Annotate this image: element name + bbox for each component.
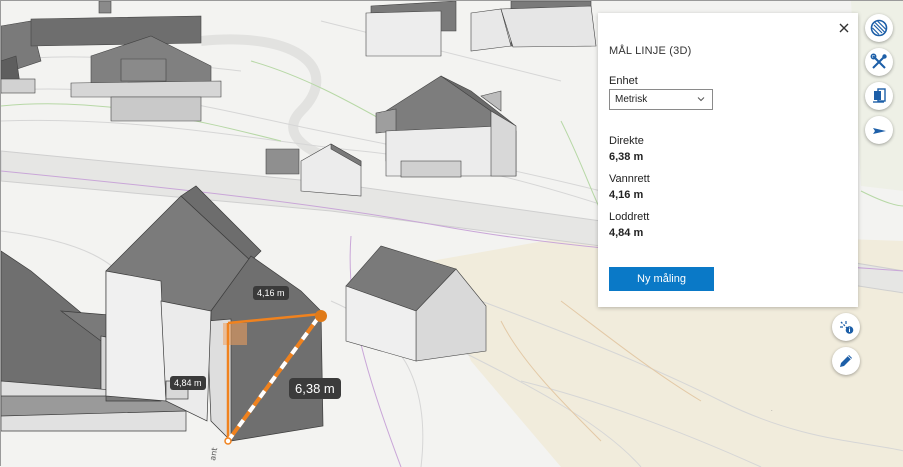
close-button[interactable] bbox=[836, 20, 852, 36]
measure-icon bbox=[840, 321, 854, 334]
measure-panel: MÅL LINJE (3D) Enhet Metrisk Direkte 6,3… bbox=[598, 13, 858, 307]
horizontal-distance-label: 4,16 m bbox=[253, 286, 289, 300]
chevron-down-icon bbox=[697, 97, 705, 102]
edit-button[interactable] bbox=[832, 347, 860, 375]
direct-distance-label: 6,38 m bbox=[289, 378, 341, 399]
tools-icon bbox=[870, 53, 887, 69]
vertical-distance-label: 4,84 m bbox=[170, 376, 206, 390]
layers-button[interactable] bbox=[865, 82, 893, 110]
layers-icon bbox=[873, 88, 886, 103]
vertical-label: Loddrett bbox=[609, 211, 650, 223]
panel-title: MÅL LINJE (3D) bbox=[609, 45, 692, 57]
navigate-icon bbox=[873, 128, 886, 134]
unit-select[interactable]: Metrisk bbox=[609, 89, 713, 110]
measure-info-button[interactable] bbox=[832, 313, 860, 341]
direct-value: 6,38 m bbox=[609, 151, 644, 163]
map-scene[interactable]: ant . 4,16 m 4,84 m 6,38 m MÅL LINJE (3D… bbox=[0, 0, 903, 467]
horizontal-label: Vannrett bbox=[609, 173, 650, 185]
direct-label: Direkte bbox=[609, 135, 644, 147]
new-measurement-button[interactable]: Ny måling bbox=[609, 267, 714, 291]
navigate-button[interactable] bbox=[865, 116, 893, 144]
tools-button[interactable] bbox=[865, 48, 893, 76]
edit-icon bbox=[840, 355, 852, 367]
close-icon bbox=[839, 23, 849, 33]
basemap-icon bbox=[870, 19, 888, 37]
basemap-button[interactable] bbox=[865, 14, 893, 42]
horizontal-value: 4,16 m bbox=[609, 189, 644, 201]
vertical-value: 4,84 m bbox=[609, 227, 644, 239]
unit-label: Enhet bbox=[609, 75, 638, 87]
unit-select-value: Metrisk bbox=[615, 94, 648, 105]
